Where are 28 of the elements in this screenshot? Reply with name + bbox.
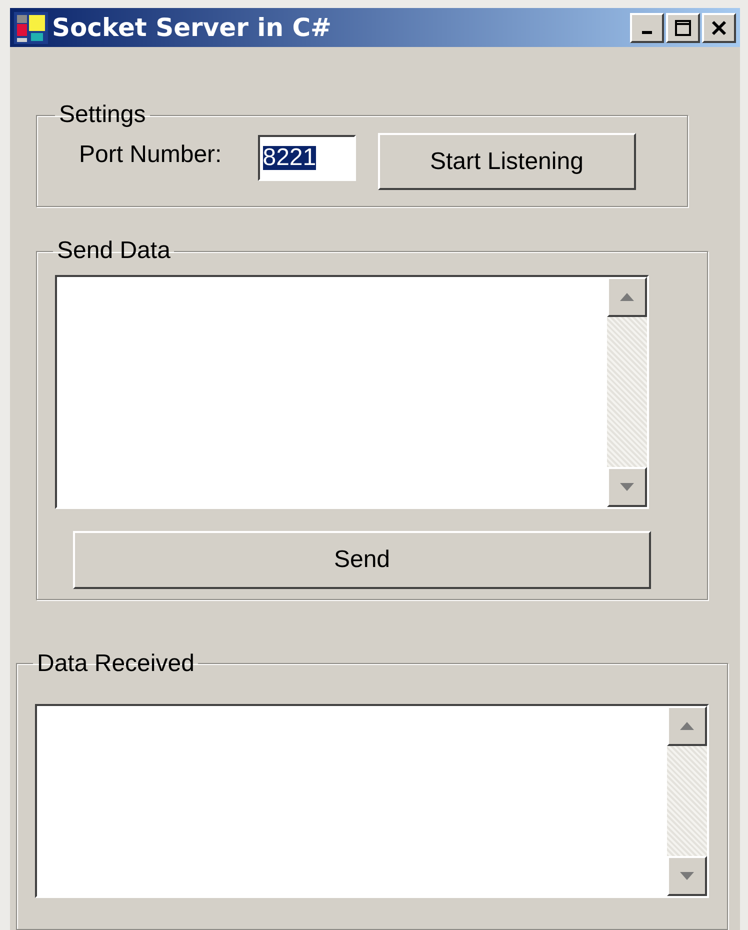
maximize-button[interactable] xyxy=(666,12,700,43)
port-number-value: 8221 xyxy=(262,146,316,170)
scroll-up-button[interactable] xyxy=(607,277,647,318)
scroll-down-button[interactable] xyxy=(607,467,647,508)
port-number-label: Port Number: xyxy=(79,140,222,170)
maximize-icon xyxy=(674,20,692,36)
data-received-field[interactable] xyxy=(35,704,709,898)
port-number-field[interactable]: 8221 xyxy=(258,135,356,182)
scrollbar[interactable] xyxy=(667,706,707,896)
minimize-button[interactable] xyxy=(630,12,664,43)
group-title: Settings xyxy=(58,100,147,130)
scroll-down-button[interactable] xyxy=(667,856,707,896)
scroll-up-button[interactable] xyxy=(667,706,707,746)
scrollbar[interactable] xyxy=(607,277,647,508)
send-button[interactable]: Send xyxy=(73,531,651,590)
close-button[interactable] xyxy=(702,12,736,43)
window-title: Socket Server in C# xyxy=(52,12,332,44)
start-listening-button[interactable]: Start Listening xyxy=(378,133,636,190)
close-icon xyxy=(710,20,728,36)
minimize-icon xyxy=(642,31,652,34)
down-arrow-icon xyxy=(680,872,694,880)
send-data-field[interactable] xyxy=(55,275,649,510)
down-arrow-icon xyxy=(620,483,634,492)
up-arrow-icon xyxy=(680,722,694,730)
group-title: Data Received xyxy=(36,648,196,679)
group-title: Send Data xyxy=(56,236,172,266)
app-icon xyxy=(14,12,48,44)
up-arrow-icon xyxy=(620,293,634,302)
